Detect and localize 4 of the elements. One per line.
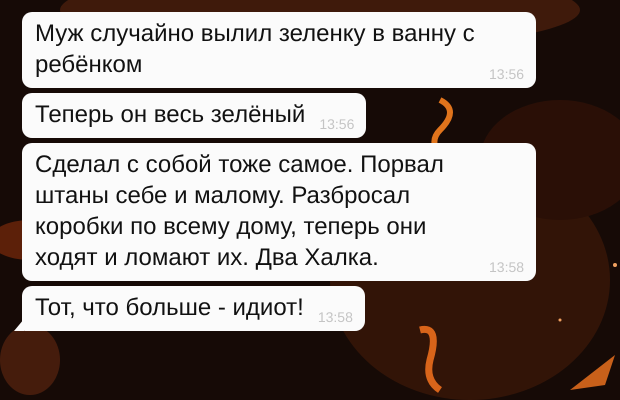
message-text: Муж случайно вылил зеленку в ванну с ребёнком [35, 19, 475, 80]
message-text: Теперь он весь зелёный [35, 100, 306, 130]
message-text: Сделал с собой тоже самое. Порвал штаны себе и малому. Разбросал коробки по всему дому, теперь они ходят и ломают их. Два Халка. [35, 150, 445, 273]
message-text: Тот, что больше - идиот! [35, 293, 304, 323]
